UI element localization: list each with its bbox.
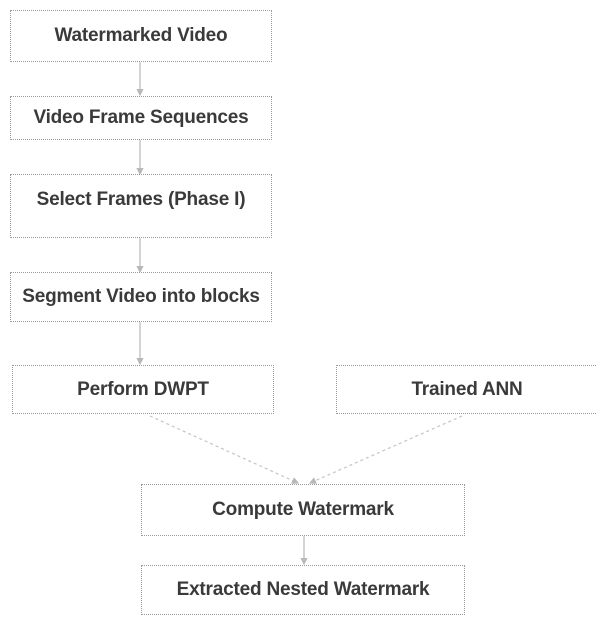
node-label: Perform DWPT (77, 378, 209, 400)
node-label: Segment Video into blocks (22, 286, 260, 307)
node-trained-ann: Trained ANN (336, 365, 596, 414)
node-video-frame-sequences: Video Frame Sequences (10, 96, 272, 140)
node-label: Extracted Nested Watermark (176, 579, 430, 600)
arrow-dwpt-to-compute (149, 415, 300, 484)
node-label: Trained ANN (411, 378, 523, 400)
node-segment-video: Segment Video into blocks (10, 272, 272, 322)
node-extracted-watermark: Extracted Nested Watermark (141, 565, 465, 615)
node-label: Watermarked Video (54, 25, 228, 46)
node-compute-watermark: Compute Watermark (141, 484, 465, 536)
node-label: Video Frame Sequences (33, 107, 249, 128)
node-label: Compute Watermark (212, 499, 394, 520)
node-label: Select Frames (Phase I) (36, 189, 246, 210)
node-perform-dwpt: Perform DWPT (12, 365, 274, 414)
node-watermarked-video: Watermarked Video (10, 10, 272, 62)
flowchart-diagram: Watermarked Video Video Frame Sequences … (0, 0, 596, 617)
arrow-ann-to-compute (308, 415, 463, 484)
node-select-frames: Select Frames (Phase I) (10, 174, 272, 238)
